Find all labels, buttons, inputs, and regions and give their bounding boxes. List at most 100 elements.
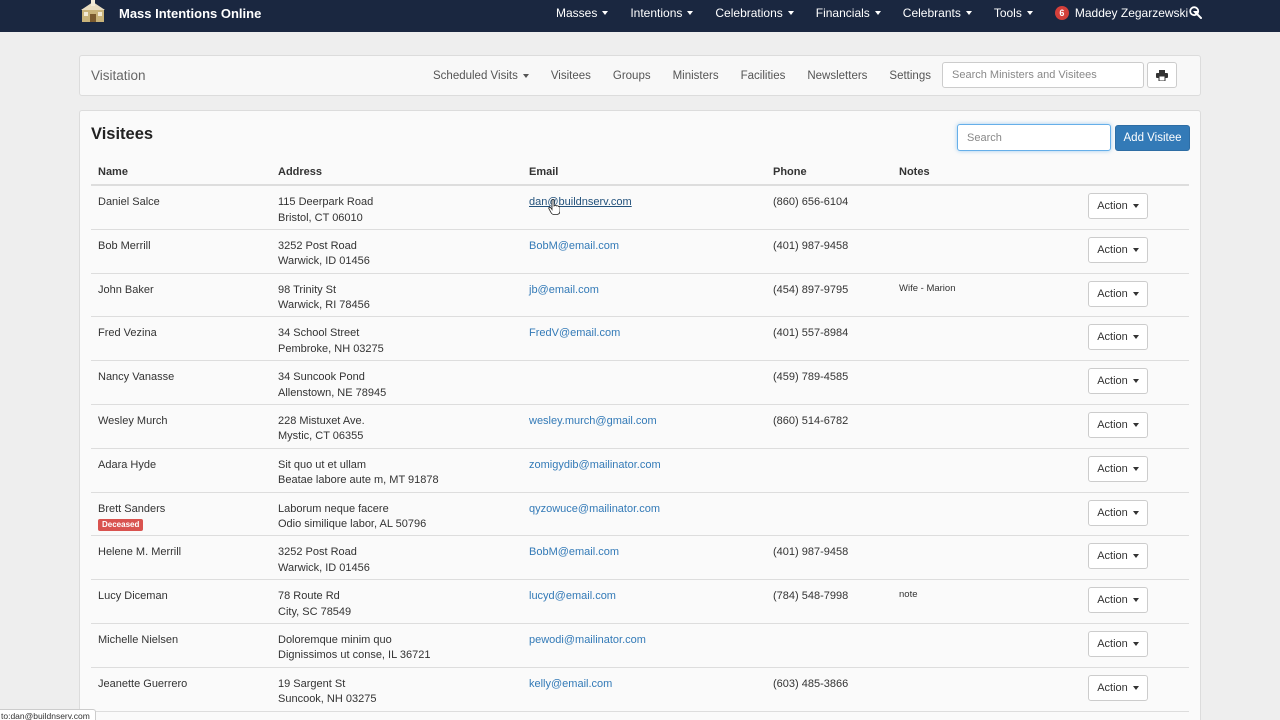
nav-intentions[interactable]: Intentions — [630, 6, 694, 20]
visitee-name-text: Fred Vezina — [98, 327, 157, 340]
visitee-email-link[interactable]: BobM@email.com — [529, 239, 619, 255]
action-dropdown-button[interactable]: Action — [1088, 455, 1148, 482]
caret-down-icon — [1132, 554, 1139, 559]
address-line-1: Laborum neque facere — [278, 502, 389, 515]
address-line-2: Warwick, ID 01456 — [278, 255, 370, 268]
table-row: Adara Hyde Sit quo ut et ullam Beatae labo… — [91, 449, 1189, 493]
nav-tools[interactable]: Tools — [994, 6, 1033, 20]
subnav-groups[interactable]: Groups — [613, 70, 651, 82]
subnav-link-label: Ministers — [672, 69, 719, 82]
address-line-2: City, SC 78549 — [278, 605, 352, 618]
subnav-links: Scheduled Visits Visitees Groups Ministe… — [422, 56, 942, 95]
nav-masses[interactable]: Masses — [556, 6, 609, 20]
visitee-address: 19 Sargent St Suncook, NH 03275 — [278, 677, 376, 708]
visitee-email-link[interactable]: wesley.murch@gmail.com — [529, 414, 657, 430]
action-dropdown-button[interactable]: Action — [1088, 543, 1148, 570]
user-menu[interactable]: 6 Maddey Zegarzewski — [1054, 6, 1200, 20]
address-line-1: Doloremque minim quo — [278, 633, 392, 646]
subnav-link-label: Groups — [612, 69, 651, 82]
notification-badge[interactable]: 6 — [1054, 6, 1069, 20]
caret-down-icon — [1132, 685, 1139, 690]
visitee-email-link[interactable]: jb@email.com — [529, 283, 599, 299]
subnav-ministers[interactable]: Ministers — [673, 70, 719, 82]
visitee-email-link[interactable]: zomigydib@mailinator.com — [529, 458, 661, 474]
address-line-2: Odio similique labor, AL 50796 — [278, 518, 427, 531]
action-dropdown-button[interactable]: Action — [1088, 587, 1148, 614]
action-dropdown-button[interactable]: Action — [1088, 193, 1148, 219]
caret-down-icon — [1132, 641, 1139, 646]
action-dropdown-button[interactable]: Action — [1088, 324, 1148, 351]
caret-down-icon — [1132, 598, 1139, 603]
nav-celebrants[interactable]: Celebrants — [903, 6, 972, 20]
action-dropdown-button[interactable]: Action — [1088, 499, 1148, 526]
address-line-1: 78 Route Rd — [278, 590, 340, 603]
visitee-email-link[interactable]: lucyd@email.com — [529, 589, 616, 605]
visitee-email-link[interactable]: qyzowuce@mailinator.com — [529, 502, 660, 518]
visitee-email-link[interactable]: kelly@email.com — [529, 677, 612, 693]
visitee-name-text: Helene M. Merrill — [98, 546, 182, 559]
visitee-address: 3252 Post Road Warwick, ID 01456 — [278, 239, 370, 270]
caret-down-icon — [1132, 335, 1139, 340]
caret-down-icon — [874, 11, 881, 15]
visitee-address: Sit quo ut et ullam Beatae labore aute m,… — [278, 458, 439, 489]
action-label: Action — [1097, 287, 1128, 300]
action-label: Action — [1097, 550, 1128, 563]
visitee-search-input[interactable] — [957, 124, 1111, 151]
table-row: Fred Vezina 34 School Street Pembroke, NH … — [91, 317, 1189, 362]
action-dropdown-button[interactable]: Action — [1088, 674, 1148, 701]
visitee-phone: (401) 557-8984 — [773, 327, 849, 340]
nav-celebrations[interactable]: Celebrations — [715, 6, 794, 20]
user-name: Maddey Zegarzewski — [1074, 6, 1189, 20]
ministers-visitees-search-input[interactable] — [942, 62, 1144, 88]
action-label: Action — [1097, 331, 1128, 344]
nav-financials[interactable]: Financials — [816, 6, 881, 20]
table-row: Bob Merrill 3252 Post Road Warwick, ID 014… — [91, 230, 1189, 274]
action-label: Action — [1097, 418, 1128, 431]
action-dropdown-button[interactable]: Action — [1088, 280, 1148, 307]
subnav-newsletters[interactable]: Newsletters — [807, 70, 867, 82]
visitee-phone: (459) 789-4585 — [773, 371, 849, 384]
visitee-email-link[interactable]: FredV@email.com — [529, 326, 620, 342]
subnav-scheduled-visits[interactable]: Scheduled Visits — [433, 70, 529, 82]
visitee-email-link[interactable]: BobM@email.com — [529, 545, 619, 561]
visitee-phone: (401) 987-9458 — [773, 239, 849, 252]
action-dropdown-button[interactable]: Action — [1088, 236, 1148, 263]
visitee-phone: (401) 987-9458 — [773, 546, 849, 559]
search-icon[interactable] — [1189, 6, 1202, 19]
visitee-phone: (860) 656-6104 — [773, 196, 849, 208]
visitee-notes: Wife - Marion — [899, 282, 956, 294]
visitee-name: Bob Merrill — [98, 239, 151, 255]
action-dropdown-button[interactable]: Action — [1088, 411, 1148, 438]
visitee-name-text: Brett Sanders — [98, 502, 166, 515]
subnav-visitees[interactable]: Visitees — [551, 70, 591, 82]
caret-down-icon — [1132, 379, 1139, 384]
subnav-title[interactable]: Visitation — [91, 68, 146, 83]
visitee-name: Wesley Murch — [98, 414, 167, 430]
table-row: Michelle Nielsen Doloremque minim quo Dign… — [91, 624, 1189, 668]
caret-down-icon — [687, 11, 694, 15]
column-header-name: Name — [98, 166, 128, 178]
deceased-badge: Deceased — [98, 519, 144, 532]
subnav-link-label: Facilities — [740, 69, 786, 82]
app-title[interactable]: Mass Intentions Online — [119, 6, 261, 21]
link-status-bar: to:dan@buildnserv.com — [0, 709, 96, 720]
nav-label: Tools — [993, 6, 1022, 20]
visitee-email-link[interactable]: pewodi@mailinator.com — [529, 633, 646, 649]
church-logo-icon[interactable] — [80, 0, 106, 24]
table-row: Helene M. Merrill 3252 Post Road Warwick, … — [91, 536, 1189, 581]
action-dropdown-button[interactable]: Action — [1088, 368, 1148, 395]
address-line-1: 3252 Post Road — [278, 239, 357, 252]
action-dropdown-button[interactable]: Action — [1088, 630, 1148, 657]
subnav-settings[interactable]: Settings — [889, 70, 931, 82]
top-navbar: Mass Intentions Online Masses Intentions… — [0, 0, 1280, 32]
visitation-subnav: Visitation Scheduled Visits Visitees Gro… — [79, 55, 1201, 96]
add-visitee-button[interactable]: Add Visitee — [1115, 125, 1190, 151]
action-label: Action — [1097, 506, 1128, 519]
visitee-email-link[interactable]: dan@buildnserv.com — [529, 195, 632, 211]
table-header: Name Address Email Phone Notes — [91, 159, 1189, 186]
print-button[interactable] — [1147, 62, 1177, 88]
visitee-name: Adara Hyde — [98, 458, 156, 474]
address-line-1: 3252 Post Road — [278, 546, 357, 559]
visitee-phone: (784) 548-7998 — [773, 590, 849, 603]
subnav-facilities[interactable]: Facilities — [741, 70, 786, 82]
